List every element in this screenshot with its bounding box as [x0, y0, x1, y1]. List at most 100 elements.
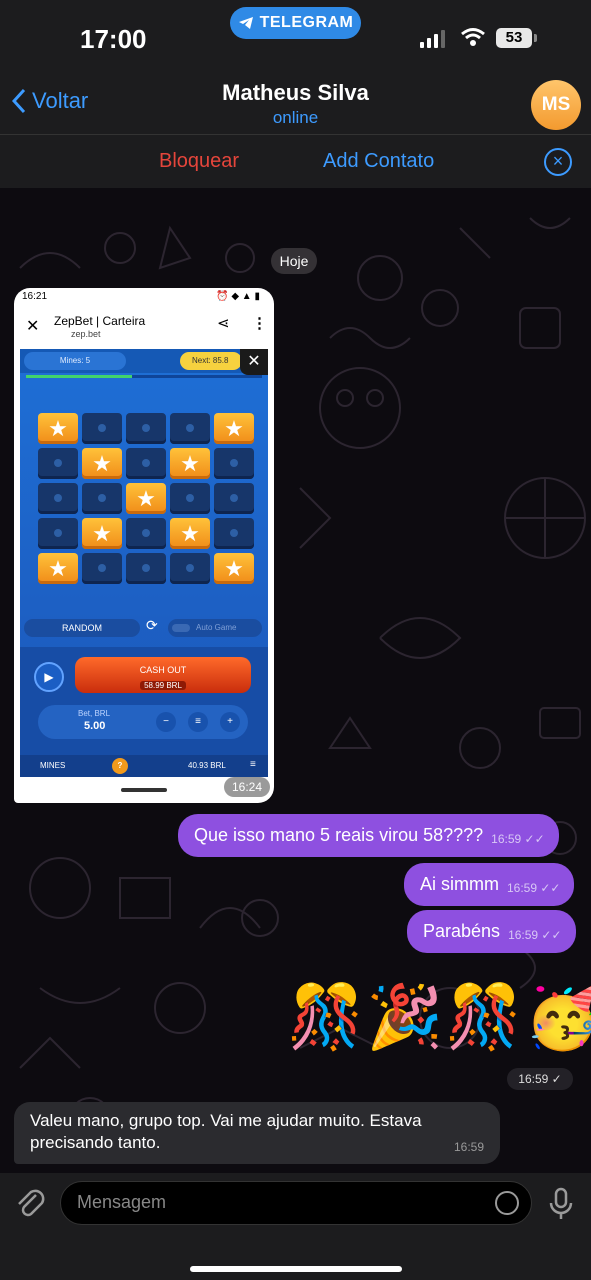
message-time: 16:24 [224, 777, 270, 797]
browser-title: ZepBet | Carteira [54, 314, 146, 328]
composer [0, 1173, 591, 1280]
hidden-tile [126, 448, 166, 479]
contact-status: online [272, 108, 319, 127]
cash-out-amount: 58.99 BRL [140, 681, 186, 690]
star-tile: ★ [126, 483, 166, 514]
menu-icon: ≡ [250, 759, 256, 770]
wifi-icon [461, 28, 485, 46]
hidden-tile [82, 413, 122, 444]
status-bar: 17:00 TELEGRAM 53 [0, 0, 591, 78]
incoming-message[interactable]: Valeu mano, grupo top. Vai me ajudar mui… [14, 1102, 500, 1164]
plus-icon: + [220, 712, 240, 732]
sticker-icon[interactable] [495, 1191, 519, 1215]
hidden-tile [214, 448, 254, 479]
mines-grid: ★ ★ ★ ★ ★ ★ ★ ★ ★ [38, 413, 254, 584]
phone-status-icons: ⏰ ◆ ▲ ▮ [216, 291, 260, 302]
star-tile: ★ [214, 553, 254, 584]
close-icon: ✕ [240, 349, 268, 375]
telegram-pill[interactable]: TELEGRAM [230, 7, 361, 39]
browser-bar: ✕ ZepBet | Carteira zep.bet ⋖ ⋮ [14, 308, 274, 344]
auto-game-toggle: Auto Game [168, 619, 262, 637]
confetti-emoji: 🎊 [287, 983, 365, 1052]
refresh-icon: ⟳ [146, 617, 158, 633]
minus-icon: − [156, 712, 176, 732]
star-tile: ★ [170, 518, 210, 549]
share-icon: ⋖ [217, 315, 230, 332]
party-face-emoji: 🥳 [524, 983, 591, 1052]
hidden-tile [38, 518, 78, 549]
message-time: 16:59 [453, 1140, 484, 1154]
hidden-tile [38, 483, 78, 514]
clock: 17:00 [80, 24, 147, 54]
outgoing-message[interactable]: Que isso mano 5 reais virou 58???? 16:59… [178, 814, 559, 857]
star-tile: ★ [214, 413, 254, 444]
star-tile: ★ [82, 518, 122, 549]
progress-bar [26, 375, 262, 378]
telegram-icon [238, 17, 253, 29]
bet-value: 5.00 [84, 720, 106, 732]
chat-header: Voltar Matheus Silva online MS [0, 78, 591, 134]
hidden-tile [126, 413, 166, 444]
signal-icon [420, 30, 445, 48]
random-button: RANDOM [24, 619, 140, 637]
hidden-tile [214, 518, 254, 549]
star-tile: ★ [38, 413, 78, 444]
close-icon: ✕ [26, 318, 40, 335]
attach-icon[interactable] [14, 1185, 46, 1221]
bet-label: Bet, BRL [78, 709, 111, 718]
mines-select: Mines: 5 [24, 352, 126, 370]
message-text: Ai simmm [420, 874, 499, 894]
game-footer: MINES ? 40.93 BRL ≡ [20, 755, 268, 777]
play-icon: ▶ [34, 662, 64, 692]
game-top-bar: Mines: 5 Next: 85.8 ✕ [20, 349, 268, 375]
home-indicator [190, 1266, 402, 1272]
mines-game: Mines: 5 Next: 85.8 ✕ ★ ★ ★ ★ ★ ★ ★ ★ ★ RANDOM ⟳… [20, 349, 268, 777]
game-name: MINES [40, 761, 66, 770]
avatar[interactable]: MS [531, 80, 581, 130]
hidden-tile [170, 413, 210, 444]
message-field[interactable] [60, 1181, 532, 1225]
hidden-tile [170, 483, 210, 514]
star-tile: ★ [170, 448, 210, 479]
balance: 40.93 BRL [188, 761, 226, 770]
hidden-tile [82, 553, 122, 584]
hidden-tile [126, 518, 166, 549]
phone-clock: 16:21 [22, 291, 48, 302]
bet-box: Bet, BRL 5.00 − ≡ + [38, 705, 248, 739]
message-text: Parabéns [423, 921, 501, 941]
hidden-tile [38, 448, 78, 479]
phone-home-indicator [121, 788, 167, 792]
hidden-tile [126, 553, 166, 584]
contact-name[interactable]: Matheus Silva [0, 80, 591, 106]
message-text: Que isso mano 5 reais virou 58???? [194, 825, 484, 845]
hidden-tile [170, 553, 210, 584]
star-tile: ★ [82, 448, 122, 479]
party-popper-emoji: 🎉 [366, 983, 444, 1052]
more-icon: ⋮ [252, 315, 267, 332]
next-multiplier: Next: 85.8 [180, 352, 242, 370]
close-icon[interactable]: × [544, 148, 572, 176]
outgoing-message[interactable]: Ai simmm 16:59 ✓✓ [404, 863, 575, 906]
message-time: 16:59 ✓✓ [507, 880, 561, 895]
image-message[interactable]: 16:21 ⏰ ◆ ▲ ▮ ✕ ZepBet | Carteira zep.be… [14, 288, 274, 803]
action-bar: Bloquear Add Contato × [0, 134, 591, 188]
add-contact-button[interactable]: Add Contato [323, 150, 434, 173]
date-pill: Hoje [271, 248, 317, 274]
outgoing-message[interactable]: Parabéns 16:59 ✓✓ [407, 910, 576, 953]
hidden-tile [82, 483, 122, 514]
confetti-emoji: 🎊 [445, 983, 523, 1052]
message-time: 16:59 ✓ [507, 1068, 573, 1090]
block-button[interactable]: Bloquear [159, 150, 239, 173]
cash-out-label: CASH OUT [139, 665, 187, 675]
coins-icon: ≡ [188, 712, 208, 732]
message-text: Valeu mano, grupo top. Vai me ajudar mui… [30, 1111, 422, 1152]
battery-icon: 53 [496, 28, 537, 48]
microphone-icon[interactable] [548, 1187, 574, 1221]
star-tile: ★ [38, 553, 78, 584]
chat-area[interactable]: Hoje 16:21 ⏰ ◆ ▲ ▮ ✕ ZepBet | Carteira z… [0, 188, 591, 1173]
hidden-tile [214, 483, 254, 514]
emoji-message[interactable]: 🎊 🎉 🎊 🥳 [287, 983, 591, 1053]
message-input[interactable] [77, 1192, 477, 1213]
cash-out-button: CASH OUT 58.99 BRL [75, 657, 251, 693]
bet-panel: ▶ CASH OUT 58.99 BRL Bet, BRL 5.00 − ≡ + [20, 647, 268, 755]
